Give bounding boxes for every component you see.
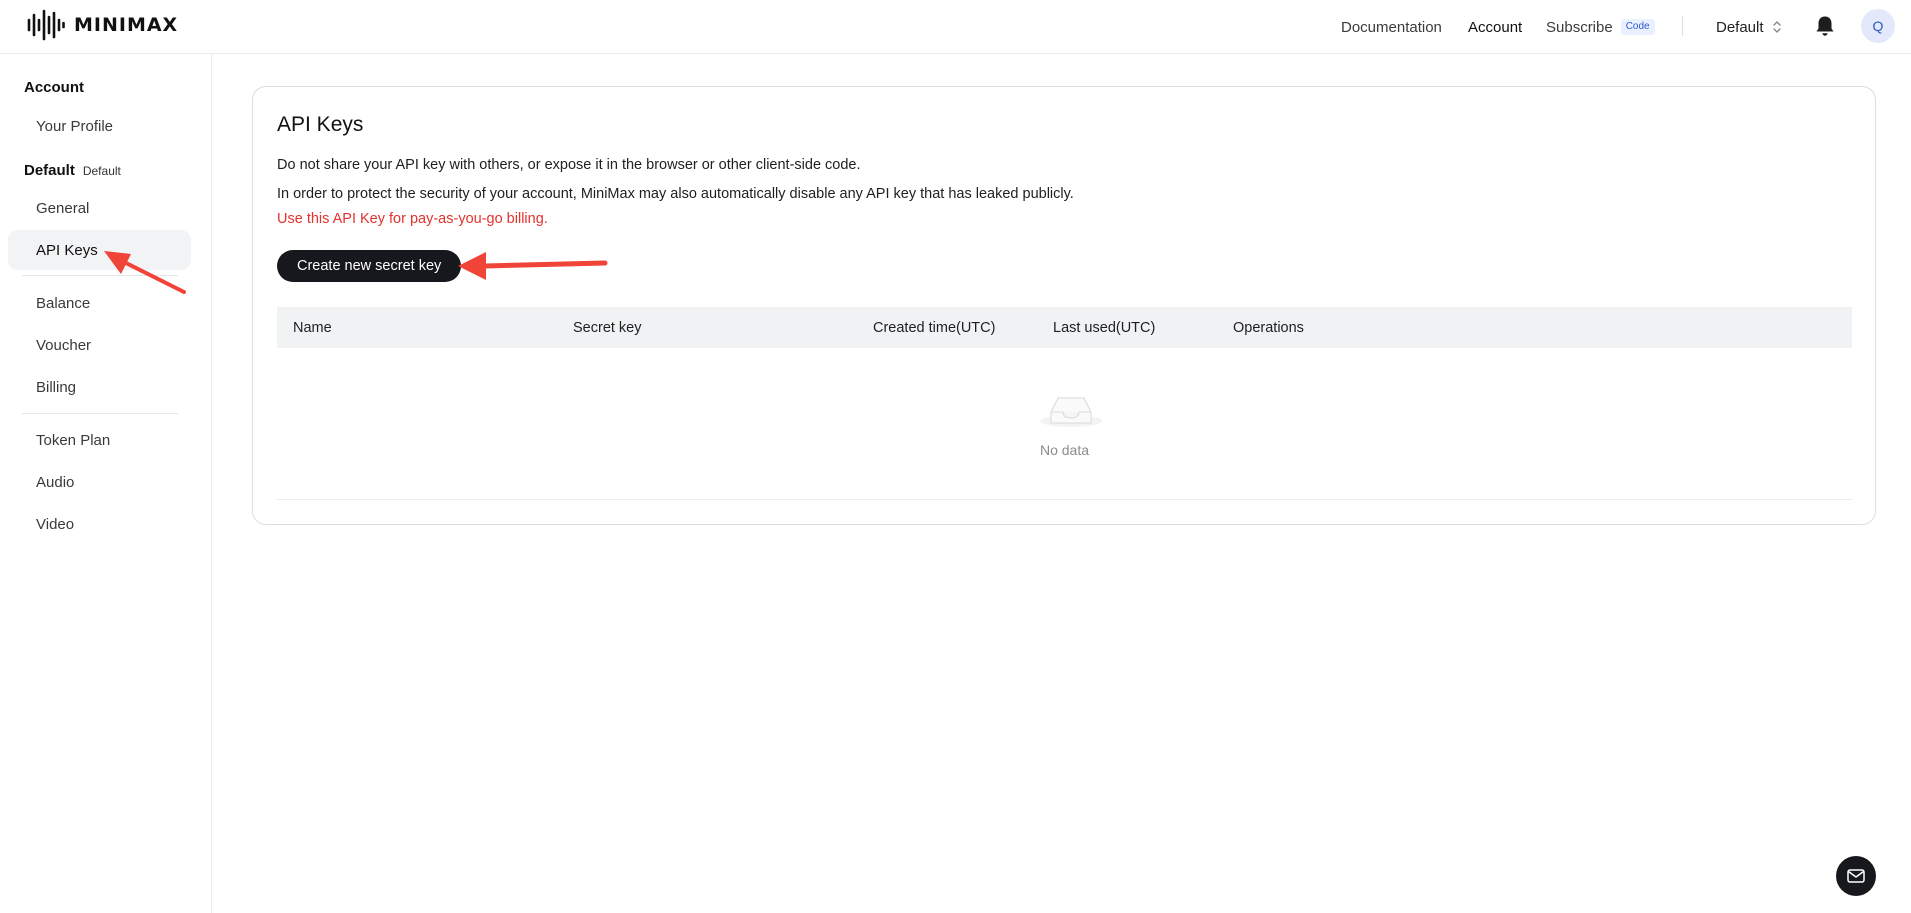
brand-name: MINIMAX: [74, 14, 179, 36]
nav-link-subscribe[interactable]: Subscribe Code: [1546, 0, 1655, 54]
notification-bell-icon[interactable]: [1814, 14, 1836, 38]
api-keys-card: API Keys Do not share your API key with …: [252, 86, 1876, 525]
nav-link-documentation[interactable]: Documentation: [1341, 0, 1442, 54]
sidebar-divider: [22, 275, 178, 276]
page-title: API Keys: [277, 113, 364, 136]
organization-selector-value: Default: [1716, 18, 1764, 36]
column-header-secret-key: Secret key: [573, 319, 642, 336]
notice-text-billing: Use this API Key for pay-as-you-go billi…: [277, 211, 548, 227]
notice-text-share: Do not share your API key with others, o…: [277, 157, 861, 173]
sidebar-item-voucher[interactable]: Voucher: [8, 325, 191, 365]
sidebar-section-default: Default Default: [24, 162, 121, 179]
default-tag: Default: [82, 164, 121, 178]
notice-text-security: In order to protect the security of your…: [277, 186, 1074, 202]
sidebar-item-token-plan[interactable]: Token Plan: [8, 420, 191, 460]
empty-state-text: No data: [1039, 442, 1090, 458]
chevron-up-down-icon: [1772, 21, 1781, 33]
user-avatar[interactable]: Q: [1861, 9, 1895, 43]
sidebar-section-account: Account: [24, 79, 84, 96]
sidebar-divider: [22, 413, 178, 414]
contact-mail-button[interactable]: [1836, 856, 1876, 896]
create-secret-key-button[interactable]: Create new secret key: [277, 250, 462, 282]
subscribe-label: Subscribe: [1546, 18, 1613, 36]
minimax-logo[interactable]: MINIMAX: [26, 8, 178, 42]
table-empty-state: No data: [277, 348, 1852, 500]
header-divider: [1682, 16, 1683, 36]
sidebar-item-billing[interactable]: Billing: [8, 367, 191, 407]
sidebar-section-default-label: Default: [24, 162, 75, 179]
column-header-operations: Operations: [1233, 319, 1304, 336]
sidebar-item-general[interactable]: General: [8, 188, 191, 228]
top-navigation-bar: MINIMAX Documentation Account Subscribe …: [0, 0, 1911, 54]
sidebar-item-balance[interactable]: Balance: [8, 283, 191, 323]
organization-selector[interactable]: Default: [1716, 0, 1782, 54]
nav-link-account[interactable]: Account: [1468, 0, 1522, 54]
settings-sidebar: Account Your Profile Default Default Gen…: [0, 54, 212, 913]
waveform-logo-icon: [27, 9, 65, 41]
api-keys-table-header: Name Secret key Created time(UTC) Last u…: [277, 307, 1852, 348]
column-header-last-used: Last used(UTC): [1053, 319, 1156, 336]
sidebar-item-api-keys[interactable]: API Keys: [8, 230, 191, 270]
sidebar-item-audio[interactable]: Audio: [8, 462, 191, 502]
empty-inbox-icon: [1040, 397, 1102, 427]
column-header-name: Name: [293, 319, 332, 336]
sidebar-item-video[interactable]: Video: [8, 504, 191, 544]
code-badge: Code: [1620, 19, 1655, 35]
sidebar-item-your-profile[interactable]: Your Profile: [8, 106, 191, 146]
column-header-created-time: Created time(UTC): [873, 319, 996, 336]
mail-icon: [1847, 869, 1865, 883]
